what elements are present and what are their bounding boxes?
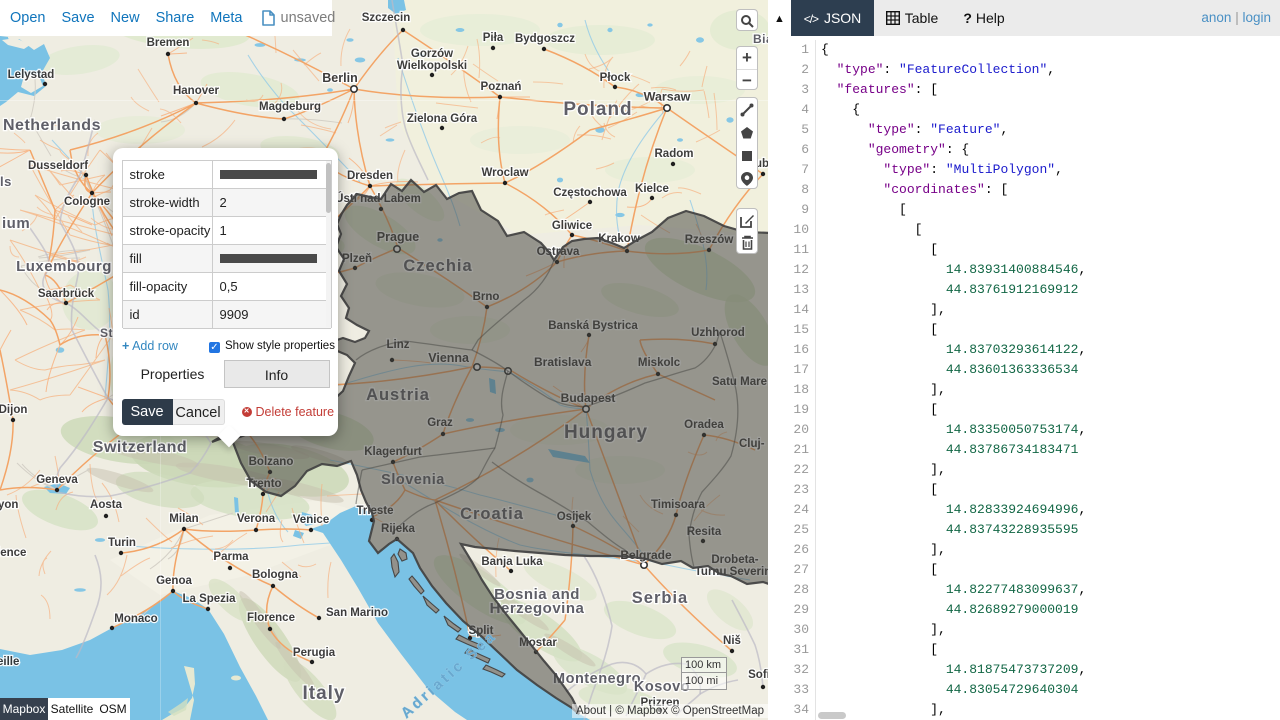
svg-text:Banja Luka: Banja Luka	[481, 556, 543, 568]
svg-text:Niš: Niš	[723, 635, 741, 647]
svg-text:Hanover: Hanover	[173, 85, 220, 97]
svg-text:San Marino: San Marino	[326, 607, 388, 619]
svg-text:Lelystad: Lelystad	[8, 69, 55, 81]
svg-text:Switzerland: Switzerland	[93, 439, 187, 456]
svg-text:Serbia: Serbia	[632, 589, 688, 607]
svg-text:Turin: Turin	[108, 537, 136, 549]
svg-text:La Spezia: La Spezia	[182, 593, 236, 605]
svg-text:Bydgoszcz: Bydgoszcz	[515, 33, 575, 45]
svg-text:Verona: Verona	[237, 513, 276, 525]
svg-text:Italy: Italy	[302, 683, 345, 704]
svg-text:eille: eille	[0, 656, 19, 668]
svg-text:Dijon: Dijon	[0, 404, 27, 416]
svg-text:ls: ls	[0, 174, 12, 189]
svg-text:Monaco: Monaco	[114, 613, 157, 625]
svg-text:Gliwice: Gliwice	[552, 220, 592, 232]
svg-text:Częstochowa: Częstochowa	[553, 187, 627, 199]
svg-text:Geneva: Geneva	[36, 474, 78, 486]
svg-text:Luxembourg: Luxembourg	[16, 258, 112, 275]
svg-text:Zielona Góra: Zielona Góra	[407, 113, 478, 125]
svg-text:Białyst: Białyst	[753, 32, 768, 46]
svg-text:Bologna: Bologna	[252, 569, 299, 581]
svg-text:Sofi: Sofi	[748, 669, 768, 681]
svg-text:Genoa: Genoa	[156, 575, 192, 587]
svg-text:Poznań: Poznań	[481, 81, 522, 93]
svg-text:Aosta: Aosta	[90, 499, 123, 511]
svg-text:Milan: Milan	[169, 513, 198, 525]
svg-text:ium: ium	[2, 215, 30, 232]
svg-text:Perugia: Perugia	[293, 647, 336, 659]
svg-text:Warsaw: Warsaw	[644, 90, 691, 104]
svg-text:Netherlands: Netherlands	[3, 117, 101, 134]
svg-text:yon: yon	[0, 499, 18, 511]
svg-text:Saarbrück: Saarbrück	[38, 288, 95, 300]
svg-text:Gorzów: Gorzów	[411, 48, 453, 60]
svg-text:lence: lence	[0, 547, 26, 559]
svg-text:Wielkopolski: Wielkopolski	[397, 60, 467, 72]
svg-text:Parma: Parma	[213, 551, 249, 563]
svg-text:Dusseldorf: Dusseldorf	[28, 160, 88, 172]
svg-text:Piła: Piła	[483, 32, 504, 44]
svg-text:Dresden: Dresden	[347, 170, 393, 182]
svg-text:Kielce: Kielce	[635, 183, 669, 195]
svg-text:Montenegro: Montenegro	[553, 671, 641, 687]
svg-text:Szczecin: Szczecin	[362, 12, 411, 24]
svg-text:Magdeburg: Magdeburg	[259, 101, 321, 113]
svg-text:Cologne: Cologne	[64, 196, 110, 208]
svg-text:Venice: Venice	[293, 514, 329, 526]
svg-text:Wroclaw: Wroclaw	[481, 167, 528, 179]
svg-text:Radom: Radom	[655, 148, 694, 160]
svg-text:Płock: Płock	[600, 72, 631, 84]
svg-text:Berlin: Berlin	[322, 71, 357, 85]
svg-text:Poland: Poland	[563, 99, 632, 120]
svg-text:Bremen: Bremen	[147, 37, 190, 49]
svg-text:Florence: Florence	[247, 612, 295, 624]
